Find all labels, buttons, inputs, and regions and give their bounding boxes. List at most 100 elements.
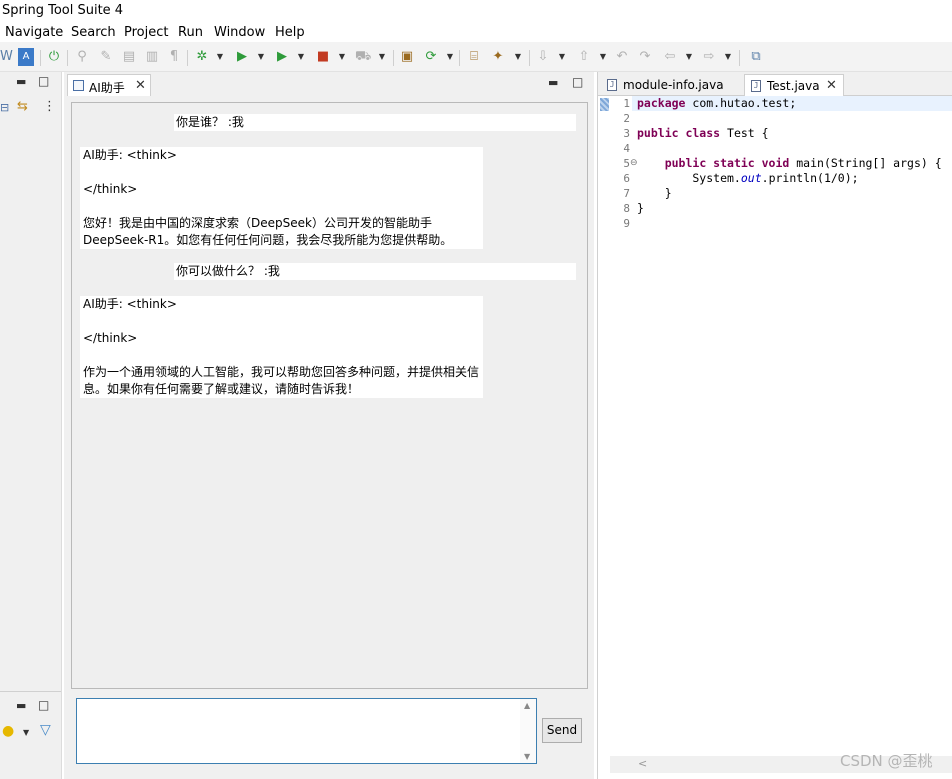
filter-icon[interactable]: ▽ [40,723,51,737]
assistant-message: AI助手: <think> </think> 您好！我是由中国的深度求索（Dee… [80,147,483,249]
chevron-down-icon[interactable]: ▼ [445,48,455,66]
chevron-down-icon[interactable]: ▼ [215,48,225,66]
left-view: ▬ □ ⊟ ⇆ ⋮ ▬ □ ● ▼ ▽ [0,72,62,779]
ai-assistant-view: AI助手 ✕ ▬ □ 你是谁？ :我 AI助手: <think> </think… [64,72,594,779]
chevron-down-icon[interactable]: ▼ [23,727,29,739]
chevron-down-icon[interactable]: ▼ [513,48,523,66]
menu-navigate[interactable]: Navigate [5,25,63,40]
last-edit-icon[interactable]: ↶ [614,48,630,66]
close-icon[interactable]: ✕ [135,78,146,93]
doc2-icon[interactable]: ▥ [144,48,160,66]
run-external-icon[interactable]: ▶ [274,48,290,66]
back-icon[interactable]: ⇦ [662,48,678,66]
input-scrollbar[interactable]: ▲ ▼ [520,699,536,763]
chevron-down-icon[interactable]: ▼ [684,48,694,66]
line-number: 6 [623,172,630,185]
maximize-icon[interactable]: □ [38,75,49,87]
debug-icon[interactable]: ✲ [194,48,210,66]
code-line: } [637,186,672,200]
chevron-down-icon[interactable]: ▼ [598,48,608,66]
left-bottom-view: ▬ □ ● ▼ ▽ [0,691,61,779]
workbench-icon[interactable]: W [0,48,13,66]
left-view-header: ▬ □ [0,72,61,96]
line-number: 7 [623,187,630,200]
line-number: 3 [623,127,630,140]
line-number: 1 [623,97,630,110]
chevron-down-icon[interactable]: ▼ [337,48,347,66]
user-message: 你可以做什么？ :我 [174,263,576,280]
code-line: System.out.println(1/0); [632,171,952,186]
code-editor: J module-info.java J Test.java ✕ 1 2 3 4… [597,72,952,779]
maximize-icon[interactable]: □ [38,699,49,711]
code-field: out [740,171,762,185]
code-text-span: System. [637,171,741,185]
pin-icon[interactable]: ⚲ [74,48,90,66]
new-task-icon[interactable]: ⧉ [748,48,764,66]
stop-icon[interactable]: ■ [315,48,331,66]
scroll-up-icon[interactable]: ▲ [524,701,530,710]
menu-help[interactable]: Help [275,25,305,40]
app-icon[interactable]: A [18,48,34,66]
code-keyword: public class [637,126,721,140]
line-number: 9 [623,217,630,230]
line-number: 5 [623,157,630,170]
edit-icon[interactable]: ✎ [98,48,114,66]
link-editor-icon[interactable]: ⇆ [17,100,28,113]
tab-test-java[interactable]: J Test.java ✕ [744,74,844,96]
prev-annotation-icon[interactable]: ⇧ [576,48,592,66]
tab-label: AI助手 [89,81,125,95]
pilcrow-icon[interactable]: ¶ [166,48,182,66]
chevron-down-icon[interactable]: ▼ [296,48,306,66]
deploy-icon[interactable]: ⛟ [355,48,371,66]
code-line: } [637,201,644,215]
maximize-icon[interactable]: □ [572,76,583,88]
editor-tab-bar: J module-info.java J Test.java ✕ [598,72,952,96]
message-input[interactable]: ▲ ▼ [76,698,537,764]
view-menu-icon[interactable]: ⋮ [43,100,56,113]
scroll-left-icon[interactable]: < [638,757,647,770]
minimize-icon[interactable]: ▬ [548,77,558,89]
minimize-icon[interactable]: ▬ [16,76,26,88]
chevron-down-icon[interactable]: ▼ [723,48,733,66]
tab-module-info[interactable]: J module-info.java [601,74,743,96]
code-text[interactable]: package com.hutao.test; public class Tes… [632,96,952,756]
line-number: 2 [623,112,630,125]
next-edit-icon[interactable]: ↷ [637,48,653,66]
collapse-all-icon[interactable]: ⊟ [0,102,9,114]
power-icon[interactable]: ⏻ [46,48,62,66]
view-icon [73,80,84,91]
minimize-icon[interactable]: ▬ [16,700,26,712]
chevron-down-icon[interactable]: ▼ [256,48,266,66]
close-icon[interactable]: ✕ [826,78,837,93]
run-icon[interactable]: ▶ [234,48,250,66]
search-icon[interactable]: ✦ [490,48,506,66]
send-button[interactable]: Send [542,718,582,743]
java-file-icon: J [607,79,617,91]
code-text-span: Test { [720,126,769,140]
package-icon[interactable]: ▣ [399,48,415,66]
tab-ai-assistant[interactable]: AI助手 ✕ [67,74,151,96]
forward-icon[interactable]: ⇨ [701,48,717,66]
scroll-down-icon[interactable]: ▼ [524,752,530,761]
assistant-message: AI助手: <think> </think> 作为一个通用领域的人工智能，我可以… [80,296,483,398]
next-annotation-icon[interactable]: ⇩ [535,48,551,66]
menu-project[interactable]: Project [124,25,168,40]
window-title: Spring Tool Suite 4 [2,3,124,18]
user-message: 你是谁？ :我 [174,114,576,131]
menu-search[interactable]: Search [71,25,116,40]
code-keyword: package [637,96,686,110]
lightbulb-icon[interactable]: ● [2,724,14,738]
title-bar: Spring Tool Suite 4 [0,0,952,22]
menu-run[interactable]: Run [178,25,203,40]
refresh-icon[interactable]: ⟳ [423,48,439,66]
chevron-down-icon[interactable]: ▼ [557,48,567,66]
menu-window[interactable]: Window [214,25,265,40]
chevron-down-icon[interactable]: ▼ [377,48,387,66]
doc-icon[interactable]: ▤ [121,48,137,66]
open-type-icon[interactable]: ⌸ [466,48,482,66]
menu-bar: Navigate Search Project Run Window Help [0,22,952,42]
